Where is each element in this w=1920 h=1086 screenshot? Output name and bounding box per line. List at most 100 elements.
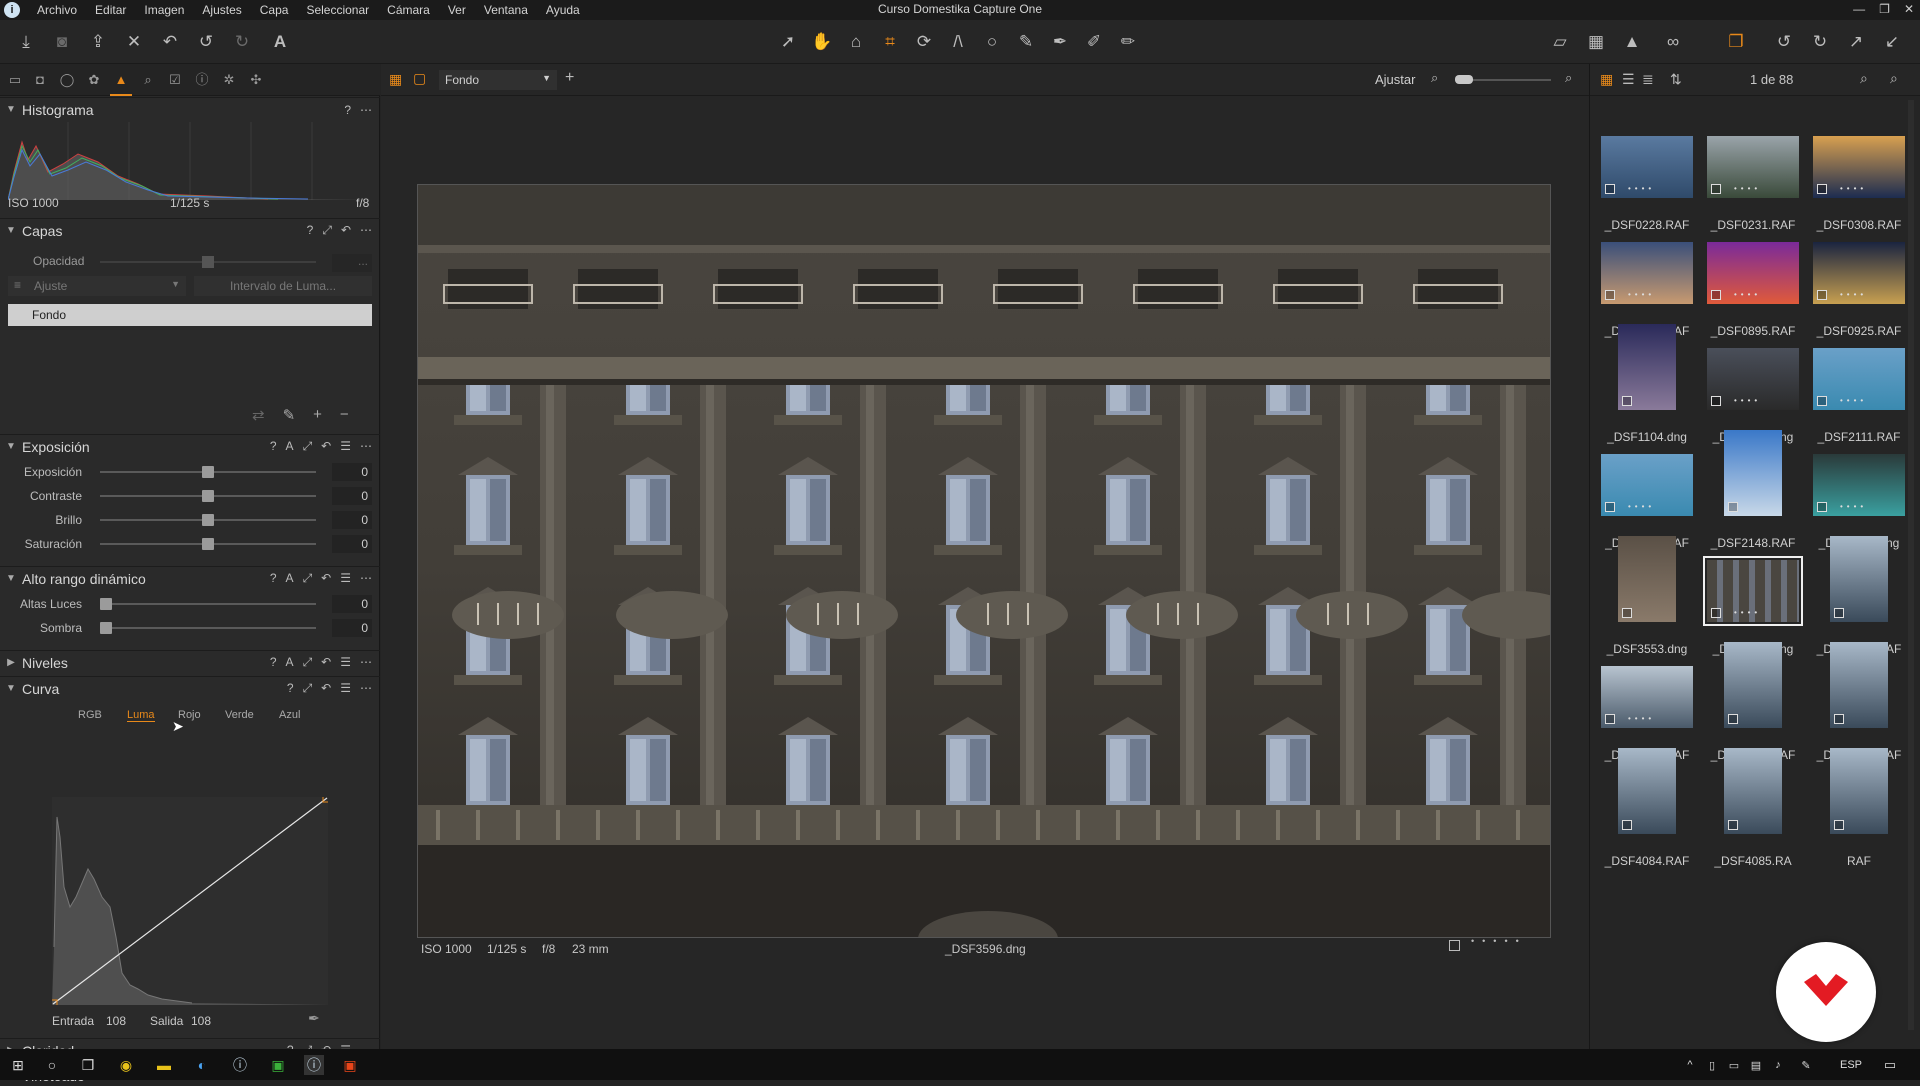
- menu-ajustes[interactable]: Ajustes: [193, 3, 250, 17]
- capture-one-active-icon[interactable]: ⓘ: [304, 1055, 324, 1075]
- thumbnail-checkbox[interactable]: [1817, 290, 1827, 300]
- curve-header[interactable]: ▼ Curva ? ⤢ ↶ ☰ ⋯: [0, 676, 380, 700]
- highlights-slider[interactable]: Altas Luces 0: [0, 594, 380, 614]
- lens-tab-icon[interactable]: ◯: [58, 71, 76, 89]
- thumbnail-checkbox[interactable]: [1711, 184, 1721, 194]
- presets-icon[interactable]: ☰: [340, 655, 351, 670]
- redo-icon[interactable]: ↻: [230, 30, 254, 54]
- thumbnail-item[interactable]: RAF: [1806, 744, 1912, 874]
- thumbnail-rating-dots[interactable]: ••••: [1734, 184, 1761, 193]
- reset-icon[interactable]: ↶: [341, 223, 351, 238]
- reset-icon[interactable]: ↶: [321, 571, 331, 586]
- layer-select[interactable]: Fondo ▼: [439, 70, 557, 90]
- multi-view-icon[interactable]: ▦: [389, 71, 402, 88]
- copy-adjustments-icon[interactable]: ❐: [1724, 30, 1748, 54]
- slider-value[interactable]: 0: [332, 595, 372, 613]
- grid-view-icon[interactable]: ▦: [1600, 71, 1613, 88]
- details-tab-icon[interactable]: ⌕: [139, 71, 157, 89]
- thumbnail-rating-dots[interactable]: ••••: [1628, 714, 1655, 723]
- thumbnail-checkbox[interactable]: [1711, 608, 1721, 618]
- library-tab-icon[interactable]: ▭: [6, 71, 24, 89]
- slider-knob[interactable]: [202, 514, 214, 526]
- auto-icon[interactable]: A: [286, 439, 294, 454]
- slider-knob[interactable]: [100, 598, 112, 610]
- collapse-icon[interactable]: ↙: [1880, 30, 1904, 54]
- menu-capa[interactable]: Capa: [251, 3, 298, 17]
- tray-arrow-icon[interactable]: ^: [1680, 1055, 1700, 1075]
- reset-icon[interactable]: ↶: [321, 655, 331, 670]
- main-photo[interactable]: [417, 184, 1551, 938]
- pick-icon[interactable]: ⤢: [322, 223, 332, 238]
- presets-icon[interactable]: ☰: [340, 571, 351, 586]
- thumbnail-rating-dots[interactable]: ••••: [1840, 290, 1867, 299]
- curve-entrada-value[interactable]: 108: [106, 1014, 126, 1028]
- layer-item-fondo[interactable]: Fondo: [8, 304, 372, 326]
- slider-track[interactable]: [100, 627, 316, 629]
- menu-archivo[interactable]: Archivo: [28, 3, 86, 17]
- layers-header[interactable]: ▼ Capas ? ⤢ ↶ ⋯: [0, 218, 380, 242]
- filter-icon[interactable]: ⌕: [1860, 70, 1868, 87]
- thumbnail-checkbox[interactable]: [1622, 608, 1632, 618]
- thumbnail-rating-dots[interactable]: ••••: [1734, 290, 1761, 299]
- menu-seleccionar[interactable]: Seleccionar: [297, 3, 378, 17]
- eraser-icon[interactable]: ✏: [1116, 30, 1140, 54]
- thumbnail-item[interactable]: _DSF4085.RA: [1700, 744, 1806, 874]
- notifications-icon[interactable]: ▭: [1880, 1055, 1900, 1075]
- pick-icon[interactable]: ⤢: [303, 681, 313, 696]
- slider-value[interactable]: 0: [332, 619, 372, 637]
- thumbnail-rating-dots[interactable]: ••••: [1840, 396, 1867, 405]
- thumbnail-checkbox[interactable]: [1817, 396, 1827, 406]
- zoom-knob[interactable]: [1455, 75, 1473, 84]
- thumbnail-rating-dots[interactable]: ••••: [1628, 184, 1655, 193]
- curve-picker-icon[interactable]: ✒: [308, 1010, 320, 1027]
- menu-ventana[interactable]: Ventana: [475, 3, 537, 17]
- exposure-slider[interactable]: Exposición 0: [0, 462, 380, 482]
- thumbnail-checkbox[interactable]: [1834, 820, 1844, 830]
- thumbnail-checkbox[interactable]: [1605, 714, 1615, 724]
- more-icon[interactable]: ⋯: [360, 571, 372, 586]
- viewer-select-checkbox[interactable]: [1449, 940, 1460, 951]
- reset-icon[interactable]: ↶: [321, 681, 331, 696]
- slider-knob[interactable]: [100, 622, 112, 634]
- thumbnail-checkbox[interactable]: [1834, 608, 1844, 618]
- maximize-button[interactable]: ❐: [1879, 2, 1890, 16]
- proof-icon[interactable]: ∞: [1656, 30, 1690, 54]
- pan-icon[interactable]: ✋: [810, 30, 834, 54]
- sort-icon[interactable]: ⇅: [1670, 71, 1682, 88]
- app-icon[interactable]: i: [4, 2, 20, 18]
- exposure-tab-icon[interactable]: ▲: [110, 71, 132, 96]
- curve-graph[interactable]: [52, 797, 328, 1005]
- shadows-slider[interactable]: Sombra 0: [0, 618, 380, 638]
- more-icon[interactable]: ⋯: [360, 681, 372, 696]
- brightness-slider[interactable]: Brillo 0: [0, 510, 380, 530]
- capture-icon[interactable]: ◙: [50, 30, 74, 54]
- warning-icon[interactable]: ▲: [1620, 30, 1644, 54]
- pick-icon[interactable]: ⤢: [303, 571, 313, 586]
- import-icon[interactable]: ⤓: [14, 30, 38, 54]
- curve-tab-azul[interactable]: Azul: [279, 709, 300, 721]
- slider-track[interactable]: [100, 603, 316, 605]
- presets-icon[interactable]: ☰: [340, 439, 351, 454]
- recorder-icon[interactable]: ▣: [340, 1055, 360, 1075]
- curve-tab-rgb[interactable]: RGB: [78, 709, 102, 721]
- grid-icon[interactable]: ▦: [1584, 30, 1608, 54]
- thumbnail-checkbox[interactable]: [1728, 714, 1738, 724]
- language-indicator[interactable]: ESP: [1836, 1055, 1866, 1075]
- slider-knob[interactable]: [202, 490, 214, 502]
- opacity-knob[interactable]: [202, 256, 214, 268]
- curve-salida-value[interactable]: 108: [191, 1014, 211, 1028]
- chrome-icon[interactable]: ◉: [116, 1055, 136, 1075]
- usb-icon[interactable]: ▯: [1702, 1055, 1722, 1075]
- thumbnail-checkbox[interactable]: [1834, 714, 1844, 724]
- slider-value[interactable]: 0: [332, 511, 372, 529]
- auto-icon[interactable]: A: [286, 571, 294, 586]
- close-window-button[interactable]: ✕: [1904, 2, 1914, 16]
- pick-icon[interactable]: ⤢: [303, 655, 313, 670]
- thumbnail-checkbox[interactable]: [1622, 820, 1632, 830]
- adjustments-tab-icon[interactable]: ☑: [166, 71, 184, 89]
- select-cursor-icon[interactable]: ➚: [776, 30, 800, 54]
- slider-knob[interactable]: [202, 538, 214, 550]
- delete-icon[interactable]: ✕: [122, 30, 146, 54]
- thumbnail-checkbox[interactable]: [1605, 502, 1615, 512]
- reset-icon[interactable]: ↶: [321, 439, 331, 454]
